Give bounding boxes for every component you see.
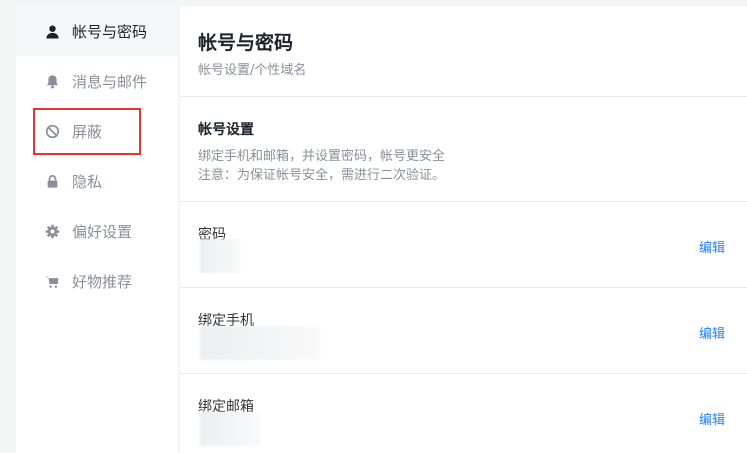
email-value-masked — [200, 412, 260, 446]
sidebar-item-messages[interactable]: 消息与邮件 — [16, 56, 178, 106]
divider — [180, 96, 747, 97]
bell-icon — [44, 73, 60, 89]
sidebar-item-account[interactable]: 帐号与密码 — [16, 6, 178, 56]
password-value-masked — [200, 239, 240, 273]
gear-icon — [44, 223, 60, 239]
sidebar-item-label: 消息与邮件 — [72, 72, 148, 91]
divider — [180, 287, 747, 288]
sidebar-item-label: 隐私 — [72, 172, 103, 191]
sidebar-item-label: 偏好设置 — [72, 222, 133, 241]
sidebar-item-label: 好物推荐 — [72, 272, 133, 291]
lock-icon — [44, 173, 60, 189]
user-icon — [44, 23, 60, 39]
sidebar-item-recommend[interactable]: 好物推荐 — [16, 256, 178, 306]
sidebar-item-label: 屏蔽 — [72, 122, 103, 141]
block-icon — [44, 123, 60, 139]
account-settings-desc: 绑定手机和邮箱，并设置密码，帐号更安全 — [198, 149, 446, 164]
sidebar-item-label: 帐号与密码 — [72, 22, 148, 41]
email-edit-button[interactable]: 编辑 — [699, 409, 725, 428]
page-subtitle: 帐号设置/个性域名 — [198, 63, 307, 78]
sidebar-item-block[interactable]: 屏蔽 — [16, 106, 178, 156]
cart-icon — [44, 273, 60, 289]
phone-value-masked — [200, 326, 320, 360]
divider — [180, 373, 747, 374]
account-settings-note: 注意：为保证帐号安全，需进行二次验证。 — [198, 168, 446, 183]
sidebar: 帐号与密码 消息与邮件 屏蔽 隐私 偏好设置 好物推荐 — [16, 6, 178, 453]
password-edit-button[interactable]: 编辑 — [699, 237, 725, 256]
main-panel: 帐号与密码 帐号设置/个性域名 帐号设置 绑定手机和邮箱，并设置密码，帐号更安全… — [180, 6, 747, 453]
page-title: 帐号与密码 — [198, 32, 294, 54]
divider — [180, 201, 747, 202]
phone-edit-button[interactable]: 编辑 — [699, 323, 725, 342]
sidebar-item-privacy[interactable]: 隐私 — [16, 156, 178, 206]
sidebar-item-preferences[interactable]: 偏好设置 — [16, 206, 178, 256]
account-settings-title: 帐号设置 — [198, 122, 254, 138]
